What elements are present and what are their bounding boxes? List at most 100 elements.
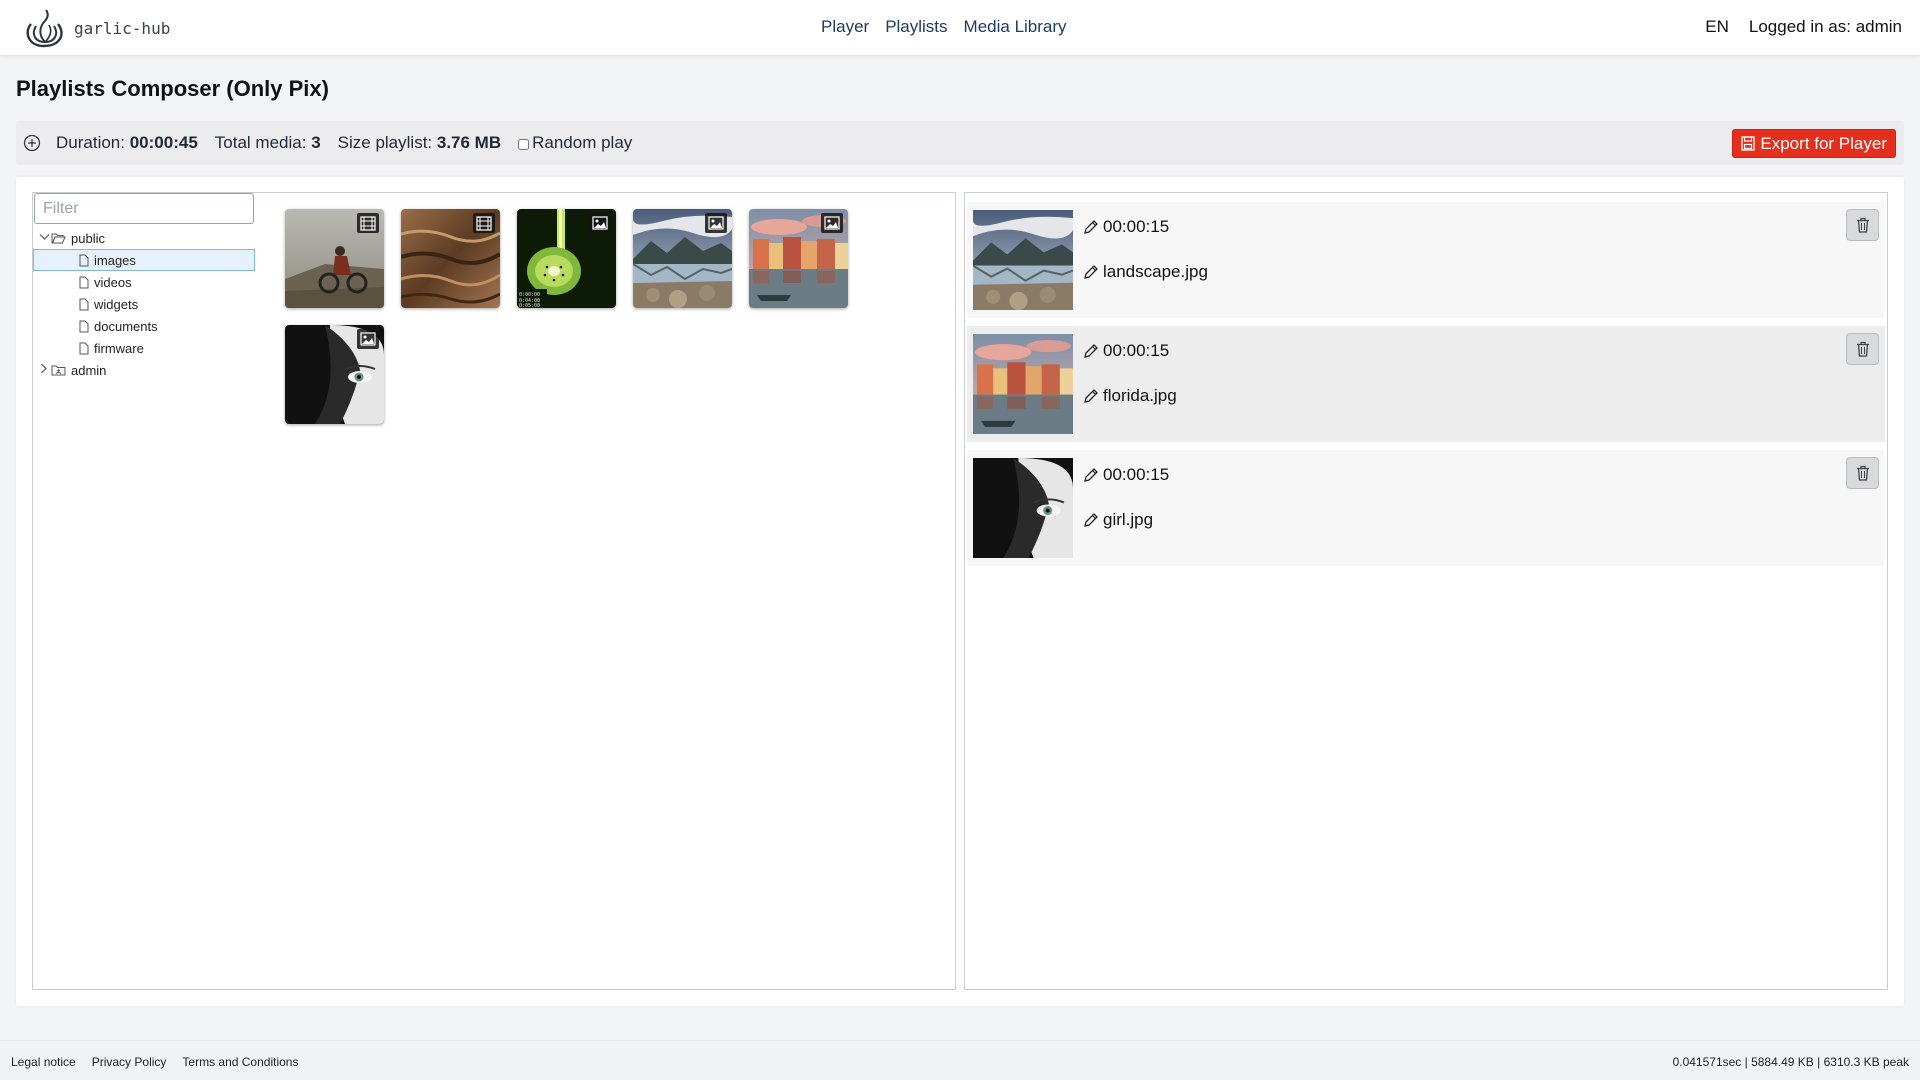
item-duration: 00:00:15 xyxy=(1103,341,1170,360)
terms-link[interactable]: Terms and Conditions xyxy=(182,1055,298,1069)
media-thumb[interactable] xyxy=(401,209,500,308)
filename-row: landscape.jpg xyxy=(1083,262,1208,282)
playlist-item[interactable]: 00:00:15 landscape.jpg xyxy=(967,202,1885,318)
total-media-stat: Total media: 3 xyxy=(215,133,321,153)
random-play-label: Random play xyxy=(532,133,633,152)
duration-row: 00:00:15 xyxy=(1083,465,1169,485)
logo-text: garlic-hub xyxy=(74,18,171,38)
tree-node-admin[interactable]: admin xyxy=(33,359,255,381)
nav-player[interactable]: Player xyxy=(821,17,869,37)
delete-item-button[interactable] xyxy=(1846,333,1879,365)
item-filename: florida.jpg xyxy=(1103,386,1177,405)
mountain-lake-thumbnail xyxy=(973,210,1073,310)
random-play-toggle[interactable]: Random play xyxy=(518,133,632,153)
file-icon xyxy=(79,320,89,332)
playlist-panel: 00:00:15 landscape.jpg 00:00:15 florida.… xyxy=(964,192,1888,990)
size-label: Size playlist: xyxy=(337,133,433,152)
file-icon xyxy=(79,298,89,310)
export-for-player-button[interactable]: Export for Player xyxy=(1732,129,1896,158)
nav-media-library[interactable]: Media Library xyxy=(964,17,1067,37)
item-duration: 00:00:15 xyxy=(1103,465,1170,484)
trash-icon xyxy=(1856,217,1869,233)
video-badge xyxy=(357,213,379,233)
duration-value: 00:00:45 xyxy=(129,133,198,152)
media-thumb[interactable] xyxy=(285,325,384,424)
playlist-item[interactable]: 00:00:15 florida.jpg xyxy=(967,326,1885,442)
random-play-checkbox[interactable] xyxy=(518,139,530,150)
playlist-item-thumbnail xyxy=(973,458,1073,558)
tree-label: admin xyxy=(71,362,107,378)
filter-input[interactable] xyxy=(34,193,254,224)
language-switcher[interactable]: EN xyxy=(1705,17,1729,37)
trash-icon xyxy=(1856,341,1869,357)
filename-row: florida.jpg xyxy=(1083,386,1177,406)
tree-node-widgets[interactable]: widgets xyxy=(33,293,255,315)
edit-pencil-icon[interactable] xyxy=(1083,388,1099,404)
image-badge xyxy=(821,213,843,233)
media-thumb[interactable]: 0:00:00 0:04:00 0:05:00 xyxy=(517,209,616,308)
edit-pencil-icon[interactable] xyxy=(1083,343,1099,359)
tree-label: documents xyxy=(94,318,158,334)
tree-node-documents[interactable]: documents xyxy=(33,315,255,337)
playlist-item-thumbnail xyxy=(973,210,1073,310)
media-thumb[interactable] xyxy=(285,209,384,308)
add-circle-icon[interactable] xyxy=(23,134,41,152)
chevron-right-icon[interactable] xyxy=(37,363,51,377)
tree-node-firmware[interactable]: firmware xyxy=(33,337,255,359)
privacy-policy-link[interactable]: Privacy Policy xyxy=(92,1055,167,1069)
media-thumb[interactable] xyxy=(633,209,732,308)
legal-notice-link[interactable]: Legal notice xyxy=(11,1055,76,1069)
tree-node-images[interactable]: images xyxy=(33,249,255,271)
file-icon xyxy=(79,276,89,288)
top-navbar: garlic-hub Player Playlists Media Librar… xyxy=(0,0,1920,56)
user-menu[interactable]: Logged in as: admin xyxy=(1749,17,1902,37)
performance-stats: 0.041571sec | 5884.49 KB | 6310.3 KB pea… xyxy=(1672,1055,1909,1069)
folder-open-icon xyxy=(51,233,66,244)
file-icon xyxy=(79,254,89,266)
edit-pencil-icon[interactable] xyxy=(1083,512,1099,528)
delete-item-button[interactable] xyxy=(1846,457,1879,489)
tree-node-public[interactable]: public xyxy=(33,227,255,249)
tree-label: public xyxy=(71,230,105,246)
playlist-item[interactable]: 00:00:15 girl.jpg xyxy=(967,450,1885,566)
header-right: EN Logged in as: admin xyxy=(1705,17,1902,37)
export-label: Export for Player xyxy=(1760,133,1887,153)
nav-playlists[interactable]: Playlists xyxy=(885,17,947,37)
image-icon xyxy=(360,332,376,346)
size-value: 3.76 MB xyxy=(436,133,502,152)
playlist-toolbar: Duration: 00:00:45 Total media: 3 Size p… xyxy=(16,121,1904,165)
chevron-down-icon[interactable] xyxy=(37,232,51,244)
duration-row: 00:00:15 xyxy=(1083,341,1169,361)
edit-pencil-icon[interactable] xyxy=(1083,467,1099,483)
video-badge xyxy=(473,213,495,233)
edit-pencil-icon[interactable] xyxy=(1083,264,1099,280)
playlist-item-thumbnail xyxy=(973,334,1073,434)
image-icon xyxy=(708,216,724,230)
main-nav: Player Playlists Media Library xyxy=(821,17,1067,37)
edit-pencil-icon[interactable] xyxy=(1083,219,1099,235)
image-icon xyxy=(824,216,840,230)
tree-label: firmware xyxy=(94,340,144,356)
film-icon xyxy=(360,215,376,231)
garlic-logo-icon xyxy=(26,9,63,48)
duration-row: 00:00:15 xyxy=(1083,217,1169,237)
tree-label: videos xyxy=(94,274,132,290)
shared-folder-icon xyxy=(51,365,66,376)
logo[interactable]: garlic-hub xyxy=(22,6,170,50)
save-icon xyxy=(1741,136,1756,151)
duration-label: Duration: xyxy=(56,133,125,152)
tree-node-videos[interactable]: videos xyxy=(33,271,255,293)
footer-links: Legal notice Privacy Policy Terms and Co… xyxy=(11,1055,298,1069)
delete-item-button[interactable] xyxy=(1846,209,1879,241)
media-thumb[interactable] xyxy=(749,209,848,308)
tree-label: widgets xyxy=(94,296,139,312)
image-badge xyxy=(357,329,379,349)
item-filename: girl.jpg xyxy=(1103,510,1154,529)
harbor-houses-thumbnail xyxy=(973,334,1073,434)
svg-text:0:05:00: 0:05:00 xyxy=(519,303,540,308)
folder-tree: public images videos widgets documents f… xyxy=(33,227,255,381)
page-title: Playlists Composer (Only Pix) xyxy=(16,76,329,101)
trash-icon xyxy=(1856,465,1869,481)
image-icon xyxy=(592,216,608,230)
file-icon xyxy=(79,342,89,354)
